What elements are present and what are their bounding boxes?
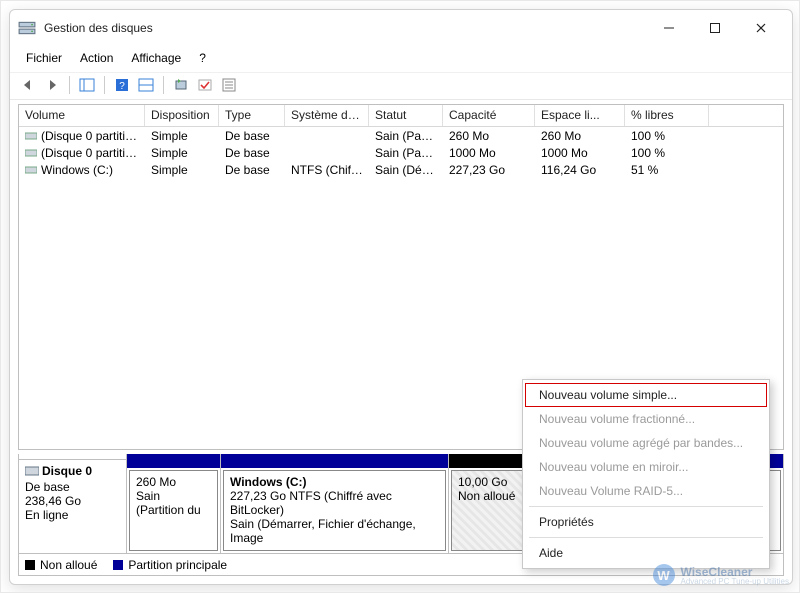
forward-icon[interactable]: [42, 75, 62, 95]
drive-icon: [25, 165, 37, 175]
ctx-new-striped-volume: Nouveau volume agrégé par bandes...: [525, 431, 767, 455]
col-status[interactable]: Statut: [369, 105, 443, 126]
menu-action[interactable]: Action: [72, 48, 121, 68]
disk-label[interactable]: Disque 0 De base 238,46 Go En ligne: [19, 454, 127, 553]
ctx-new-spanned-volume: Nouveau volume fractionné...: [525, 407, 767, 431]
detail-pane-icon[interactable]: [136, 75, 156, 95]
window-title: Gestion des disques: [44, 21, 153, 35]
svg-text:?: ?: [119, 81, 125, 92]
col-capacity[interactable]: Capacité: [443, 105, 535, 126]
help-icon[interactable]: ?: [112, 75, 132, 95]
partition-1[interactable]: 260 Mo Sain (Partition du: [127, 454, 221, 553]
col-free[interactable]: Espace li...: [535, 105, 625, 126]
drive-icon: [25, 131, 37, 141]
ctx-properties[interactable]: Propriétés: [525, 510, 767, 534]
legend-primary: Partition principale: [113, 558, 227, 572]
maximize-button[interactable]: [692, 13, 738, 43]
context-menu: Nouveau volume simple... Nouveau volume …: [522, 379, 770, 569]
volume-list-header: Volume Disposition Type Système de ... S…: [19, 105, 783, 127]
toolbar: ?: [10, 72, 792, 100]
volume-name: Windows (C:): [41, 163, 113, 177]
volume-row[interactable]: (Disque 0 partition... Simple De base Sa…: [19, 144, 783, 161]
volume-row[interactable]: Windows (C:) Simple De base NTFS (Chiffr…: [19, 161, 783, 178]
ctx-help[interactable]: Aide: [525, 541, 767, 565]
app-icon: [18, 19, 36, 37]
partition-2[interactable]: Windows (C:) 227,23 Go NTFS (Chiffré ave…: [221, 454, 449, 553]
disk-icon: [25, 465, 39, 480]
col-volume[interactable]: Volume: [19, 105, 145, 126]
refresh-icon[interactable]: [171, 75, 191, 95]
volume-name: (Disque 0 partition...: [41, 146, 145, 160]
back-icon[interactable]: [18, 75, 38, 95]
volume-name: (Disque 0 partition...: [41, 129, 145, 143]
menu-view[interactable]: Affichage: [123, 48, 189, 68]
checkmark-icon[interactable]: [195, 75, 215, 95]
col-layout[interactable]: Disposition: [145, 105, 219, 126]
col-filesystem[interactable]: Système de ...: [285, 105, 369, 126]
minimize-button[interactable]: [646, 13, 692, 43]
volume-row[interactable]: (Disque 0 partition... Simple De base Sa…: [19, 127, 783, 144]
col-type[interactable]: Type: [219, 105, 285, 126]
col-pctfree[interactable]: % libres: [625, 105, 709, 126]
menu-bar: Fichier Action Affichage ?: [10, 46, 792, 72]
wisecleaner-logo-icon: W: [653, 564, 675, 586]
watermark: W WiseCleaner Advanced PC Tune-up Utilit…: [653, 564, 790, 586]
titlebar: Gestion des disques: [10, 10, 792, 46]
menu-help[interactable]: ?: [191, 48, 214, 68]
ctx-new-raid5-volume: Nouveau Volume RAID-5...: [525, 479, 767, 503]
legend-unallocated: Non alloué: [25, 558, 97, 572]
ctx-new-simple-volume[interactable]: Nouveau volume simple...: [525, 383, 767, 407]
menu-file[interactable]: Fichier: [18, 48, 70, 68]
close-button[interactable]: [738, 13, 784, 43]
ctx-new-mirrored-volume: Nouveau volume en miroir...: [525, 455, 767, 479]
console-tree-icon[interactable]: [77, 75, 97, 95]
drive-icon: [25, 148, 37, 158]
properties-icon[interactable]: [219, 75, 239, 95]
